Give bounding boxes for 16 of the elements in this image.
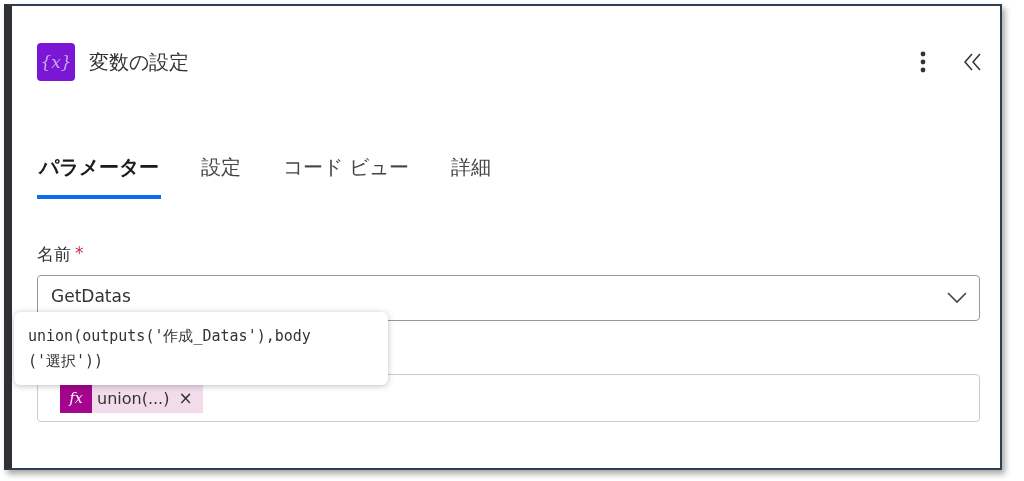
- chevron-down-icon: [947, 292, 967, 304]
- token-label: union(...): [97, 388, 170, 408]
- tab[interactable]: コード ビュー: [281, 152, 412, 199]
- function-icon: fx: [60, 383, 92, 413]
- tab[interactable]: 設定: [199, 152, 243, 199]
- expression-token[interactable]: fx union(...) ×: [60, 383, 203, 413]
- panel-title: 変数の設定: [89, 48, 189, 76]
- collapse-icon[interactable]: [964, 53, 982, 71]
- variable-icon: {x}: [37, 43, 75, 81]
- remove-token-button[interactable]: ×: [178, 388, 193, 408]
- field-label: 名前: [37, 243, 71, 266]
- required-asterisk: *: [75, 243, 84, 265]
- more-options-icon[interactable]: [920, 51, 926, 73]
- tab[interactable]: パラメーター: [37, 152, 161, 199]
- tooltip-text: union(outputs('作成_Datas'),body ('選択')): [14, 312, 388, 385]
- tab[interactable]: 詳細: [449, 152, 494, 199]
